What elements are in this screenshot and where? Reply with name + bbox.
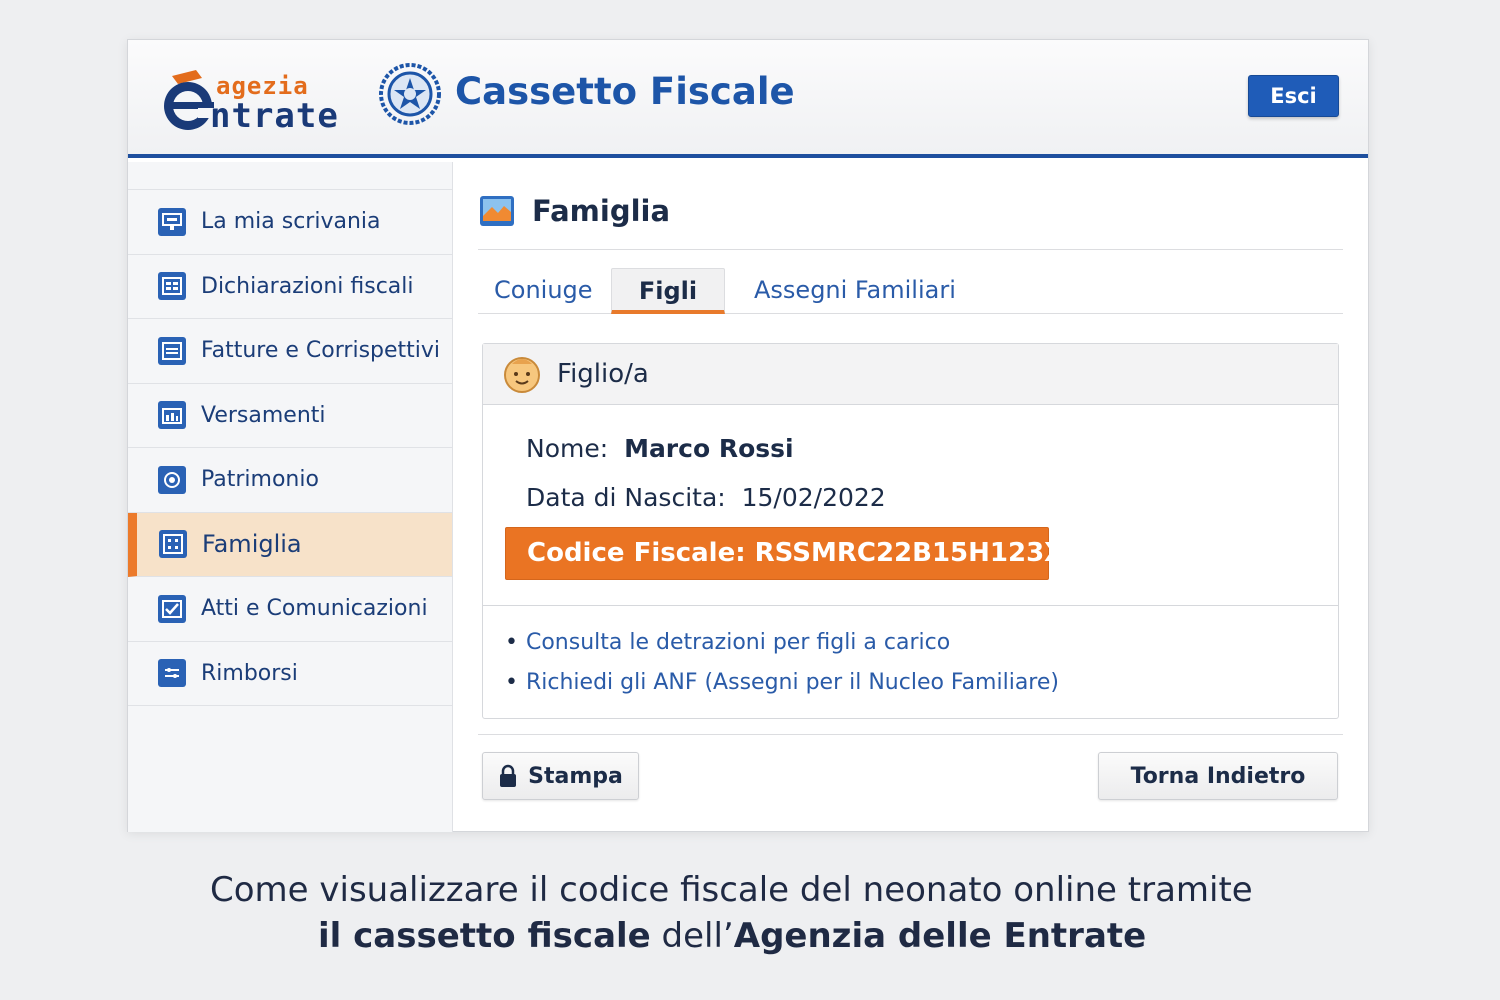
name-row: Nome: Marco Rossi — [526, 434, 794, 463]
tab-figli[interactable]: Figli — [611, 268, 725, 314]
sidebar-item-label: Dichiarazioni fiscali — [201, 273, 414, 299]
sidebar-item-label: Versamenti — [201, 402, 326, 428]
caption-bold-2: Agenzia delle Entrate — [733, 916, 1147, 956]
tab-bar: Coniuge Figli Assegni Familiari — [478, 268, 1343, 314]
card-title: Figlio/a — [557, 359, 649, 389]
sidebar-item-label: Fatture e Corrispettivi — [201, 338, 441, 364]
refund-icon — [158, 659, 186, 688]
sidebar-item-fatture-e-corrispettivi[interactable]: Fatture e Corrispettivi — [128, 319, 452, 384]
family-icon — [159, 530, 187, 559]
republic-emblem-icon — [379, 63, 441, 125]
sidebar-item-label: Patrimonio — [201, 467, 319, 493]
sidebar-item-rimborsi[interactable]: Rimborsi — [128, 642, 452, 706]
declarations-icon — [158, 272, 186, 301]
sidebar-menu: La mia scrivania Dichiarazioni fiscali F… — [128, 189, 452, 706]
caption-plain: dell’ — [650, 916, 734, 956]
payments-icon — [158, 401, 186, 430]
desk-icon — [158, 207, 186, 236]
section-header: Famiglia — [478, 194, 670, 228]
codice-fiscale-badge: Codice Fiscale: RSSMRC22B15H123X — [505, 527, 1064, 580]
divider — [478, 249, 1343, 250]
checkmark-icon — [158, 594, 186, 623]
divider — [478, 734, 1343, 735]
exit-button[interactable]: Esci — [1248, 75, 1339, 117]
app-title: Cassetto Fiscale — [455, 70, 795, 113]
divider — [483, 605, 1338, 606]
logo-e-icon — [164, 70, 218, 130]
name-value: Marco Rossi — [624, 434, 794, 463]
page-title: Famiglia — [532, 194, 671, 228]
sidebar: La mia scrivania Dichiarazioni fiscali F… — [128, 162, 453, 832]
birth-date-value: 15/02/2022 — [741, 483, 886, 512]
tab-assegni-familiari[interactable]: Assegni Familiari — [754, 268, 956, 314]
link-label: Consulta le detrazioni per figli a caric… — [525, 630, 951, 655]
card-header: Figlio/a — [483, 344, 1338, 405]
name-label: Nome: — [526, 434, 609, 463]
sidebar-item-versamenti[interactable]: Versamenti — [128, 384, 452, 448]
link-label: Richiedi gli ANF (Assegni per il Nucleo … — [525, 670, 1059, 695]
back-label: Torna Indietro — [1130, 763, 1306, 789]
bullet-icon: • — [505, 670, 518, 695]
sidebar-item-dichiarazioni-fiscali[interactable]: Dichiarazioni fiscali — [128, 255, 452, 319]
logo-text-bottom: ntrate — [210, 96, 339, 136]
sidebar-item-patrimonio[interactable]: Patrimonio — [128, 448, 452, 513]
caption-bold-1: il cassetto fiscale — [318, 916, 651, 956]
invoice-icon — [158, 336, 186, 365]
print-button[interactable]: Stampa — [482, 752, 639, 800]
sidebar-item-famiglia[interactable]: Famiglia — [128, 512, 452, 577]
sidebar-item-label: Atti e Comunicazioni — [201, 596, 428, 622]
tab-coniuge[interactable]: Coniuge — [494, 268, 593, 314]
back-button[interactable]: Torna Indietro — [1098, 752, 1338, 800]
print-label: Stampa — [528, 763, 623, 789]
lock-icon — [500, 764, 517, 787]
app-window: agezia ntrate Cassetto Fiscale Esci La m… — [127, 39, 1369, 832]
birth-date-label: Data di Nascita: — [526, 483, 726, 512]
link-richiedi-anf[interactable]: • Richiedi gli ANF (Assegni per il Nucleo… — [505, 670, 1059, 695]
sidebar-item-atti-e-comunicazioni[interactable]: Atti e Comunicazioni — [128, 577, 452, 642]
family-section-icon — [480, 196, 514, 226]
sidebar-item-la-mia-scrivania[interactable]: La mia scrivania — [128, 190, 452, 255]
header: agezia ntrate Cassetto Fiscale Esci — [128, 40, 1368, 158]
link-detrazioni-figli[interactable]: • Consulta le detrazioni per figli a cari… — [505, 630, 950, 655]
caption-line-1: Come visualizzare il codice fiscale del … — [210, 870, 1253, 910]
birth-date-row: Data di Nascita: 15/02/2022 — [526, 483, 886, 512]
caption-line-2: il cassetto fiscale dell’Agenzia delle E… — [318, 916, 1146, 956]
assets-icon — [158, 465, 186, 494]
sidebar-item-label: Famiglia — [202, 530, 302, 559]
sidebar-item-label: Rimborsi — [201, 660, 298, 686]
agenzia-entrate-logo[interactable]: agezia ntrate — [158, 62, 378, 136]
baby-face-icon — [504, 357, 540, 393]
child-card: Figlio/a Nome: Marco Rossi Data di Nasci… — [482, 343, 1339, 719]
bullet-icon: • — [505, 630, 518, 655]
sidebar-item-label: La mia scrivania — [201, 209, 381, 235]
